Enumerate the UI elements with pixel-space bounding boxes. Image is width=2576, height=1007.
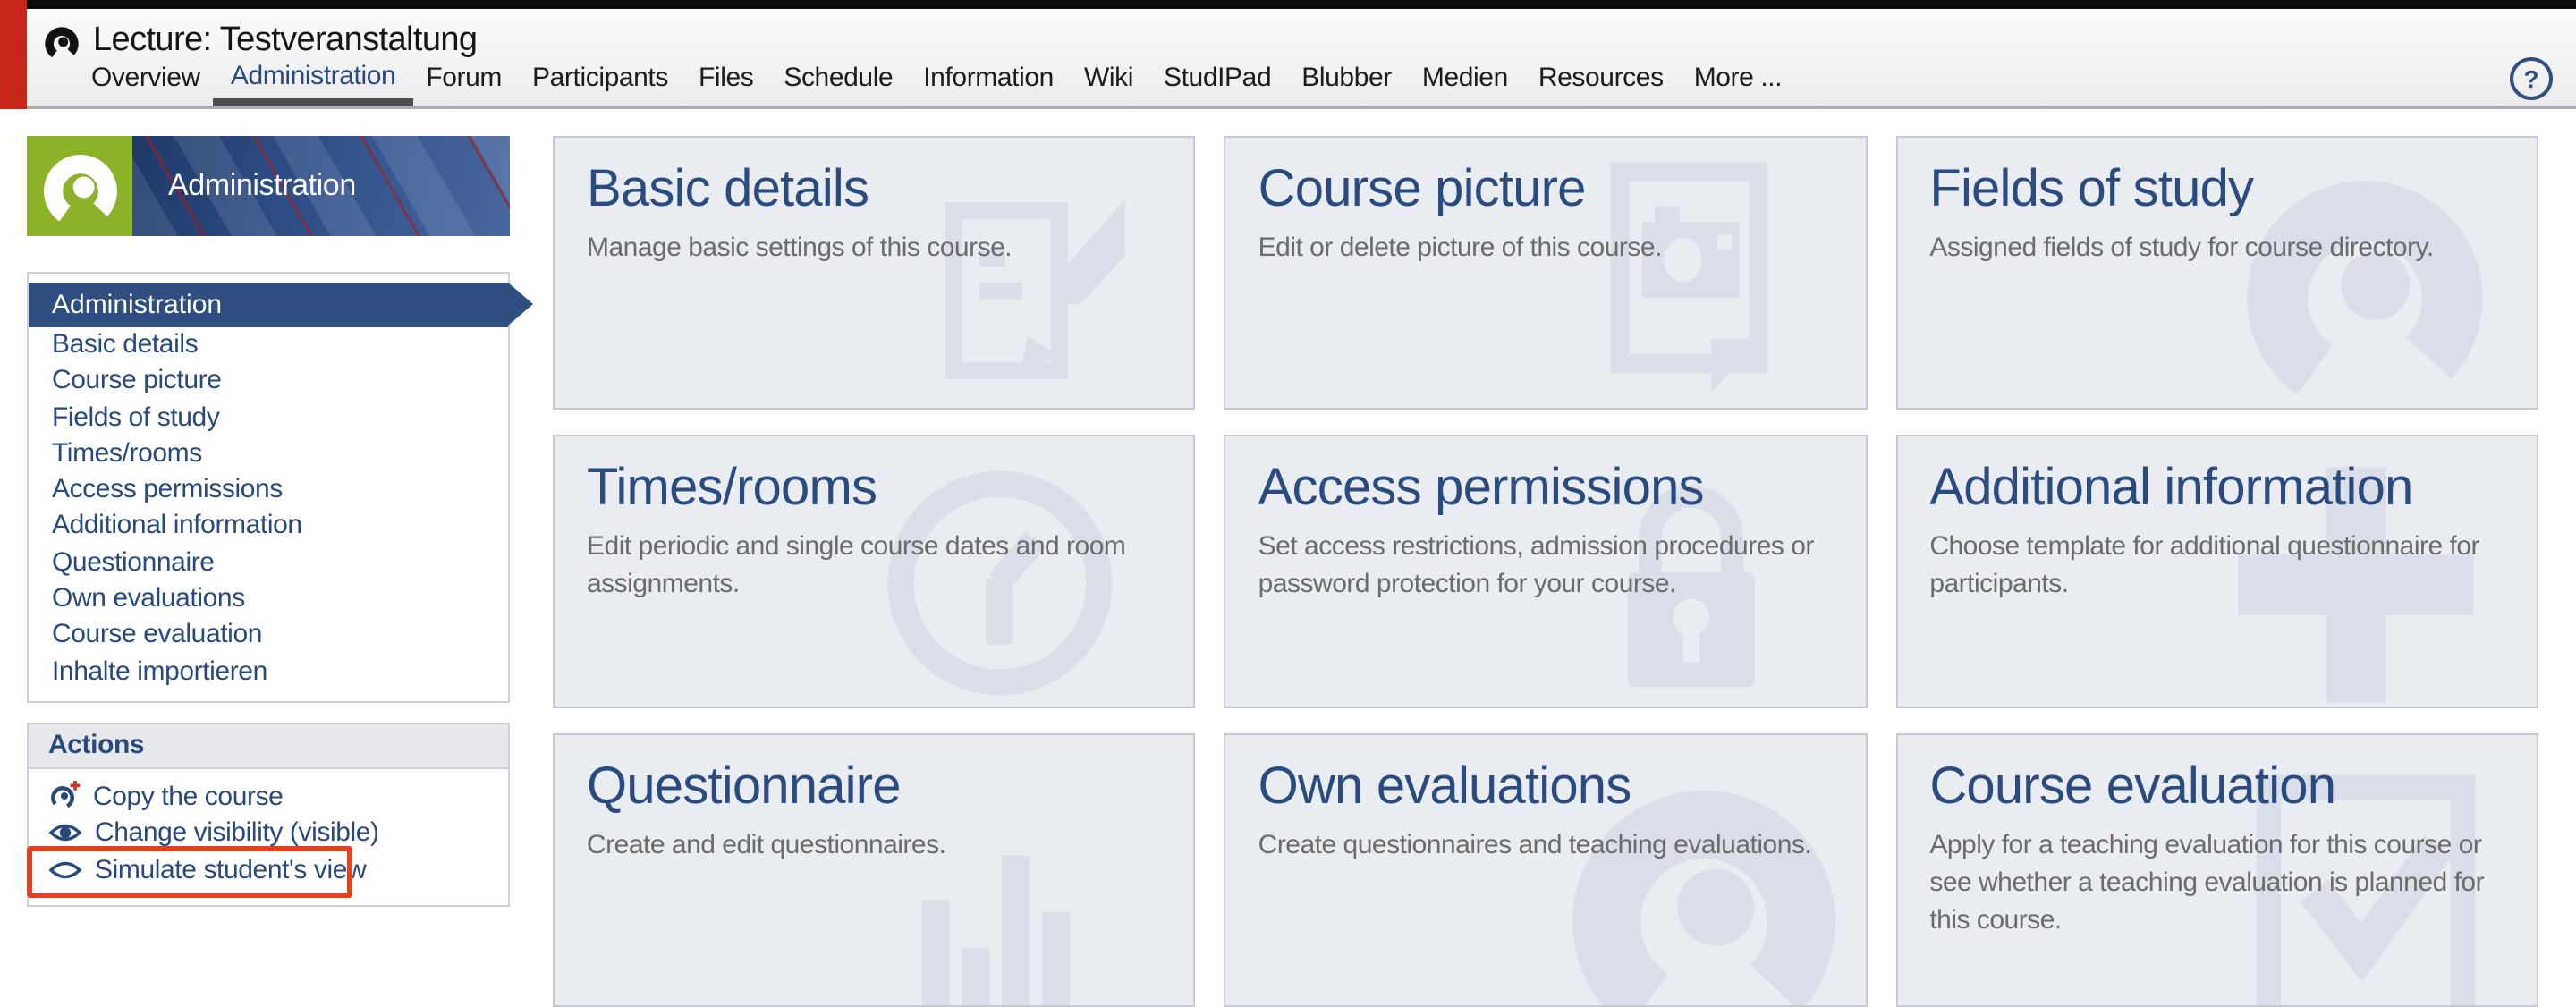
- sidebar-item-course-picture[interactable]: Course picture: [29, 364, 508, 401]
- card-description: Create questionnaires and teaching evalu…: [1258, 826, 1834, 864]
- card-title-link[interactable]: Course picture: [1258, 161, 1834, 220]
- sidebar-banner: Administration: [27, 136, 510, 236]
- sidebar-banner-title: Administration: [132, 136, 510, 236]
- copy-course-icon: [48, 781, 80, 813]
- sidebar-item-basic-details[interactable]: Basic details: [29, 327, 508, 364]
- sidebar-item-own-evaluations[interactable]: Own evaluations: [29, 581, 508, 618]
- card-own-evaluations: Own evaluations Create questionnaires an…: [1224, 733, 1868, 1007]
- actions-list: Copy the course Change visibility (visib…: [29, 769, 508, 904]
- card-title-link[interactable]: Questionnaire: [587, 758, 1162, 817]
- actions-panel: Actions Copy the course Change visibilit…: [27, 723, 510, 906]
- tab-more[interactable]: More ...: [1694, 63, 1783, 106]
- studip-red-flag: [0, 0, 27, 109]
- eye-outline-icon: [48, 859, 82, 882]
- card-title-link[interactable]: Course evaluation: [1929, 758, 2504, 817]
- tab-blubber[interactable]: Blubber: [1301, 63, 1392, 106]
- page-header: Lecture: Testveranstaltung Overview Admi…: [0, 9, 2576, 109]
- card-description: Apply for a teaching evaluation for this…: [1929, 826, 2504, 939]
- card-access-permissions: Access permissions Set access restrictio…: [1224, 435, 1868, 708]
- tab-forum[interactable]: Forum: [426, 63, 502, 106]
- card-fields-of-study: Fields of study Assigned fields of study…: [1895, 136, 2538, 410]
- card-questionnaire: Questionnaire Create and edit questionna…: [553, 733, 1196, 1007]
- card-basic-details: Basic details Manage basic settings of t…: [553, 136, 1196, 410]
- tab-medien[interactable]: Medien: [1422, 63, 1508, 106]
- sidebar-item-inhalte-importieren[interactable]: Inhalte importieren: [29, 654, 508, 690]
- card-description: Assigned fields of study for course dire…: [1929, 229, 2504, 267]
- tab-studipad[interactable]: StudIPad: [1164, 63, 1271, 106]
- page-title: Lecture: Testveranstaltung: [93, 21, 477, 61]
- change-visibility-action[interactable]: Change visibility (visible): [29, 815, 508, 851]
- copy-course-action[interactable]: Copy the course: [29, 778, 508, 815]
- sidebar-item-times-rooms[interactable]: Times/rooms: [29, 436, 508, 473]
- sidebar-item-administration[interactable]: Administration: [29, 283, 508, 327]
- actions-title: Actions: [29, 724, 508, 769]
- tab-information[interactable]: Information: [923, 63, 1054, 106]
- card-title-link[interactable]: Basic details: [587, 161, 1162, 220]
- card-title-link[interactable]: Access permissions: [1258, 460, 1834, 519]
- tab-files[interactable]: Files: [699, 63, 753, 106]
- window-top-strip: [0, 0, 2576, 9]
- card-additional-information: Additional information Choose template f…: [1895, 435, 2538, 708]
- tab-resources[interactable]: Resources: [1538, 63, 1664, 106]
- admin-card-grid: Basic details Manage basic settings of t…: [553, 136, 2538, 1007]
- card-course-evaluation: Course evaluation Apply for a teaching e…: [1895, 733, 2538, 1007]
- help-icon[interactable]: ?: [2510, 57, 2553, 100]
- card-title-link[interactable]: Fields of study: [1929, 161, 2504, 220]
- action-label: Simulate student's view: [95, 855, 366, 885]
- card-title-link[interactable]: Own evaluations: [1258, 758, 1834, 817]
- sidebar-item-questionnaire[interactable]: Questionnaire: [29, 546, 508, 582]
- sidebar-item-course-evaluation[interactable]: Course evaluation: [29, 618, 508, 655]
- card-description: Manage basic settings of this course.: [587, 229, 1162, 267]
- sidebar-item-fields-of-study[interactable]: Fields of study: [29, 400, 508, 436]
- studip-swirl-icon: [38, 150, 121, 233]
- action-label: Change visibility (visible): [95, 818, 379, 849]
- tab-schedule[interactable]: Schedule: [784, 63, 893, 106]
- tab-overview[interactable]: Overview: [91, 63, 200, 106]
- card-description: Choose template for additional questionn…: [1929, 528, 2504, 603]
- sidebar-item-additional-information[interactable]: Additional information: [29, 509, 508, 546]
- simulate-student-view-action[interactable]: Simulate student's view: [29, 851, 508, 888]
- studip-logo-icon: [43, 25, 80, 63]
- action-label: Copy the course: [93, 782, 283, 812]
- tab-wiki[interactable]: Wiki: [1084, 63, 1133, 106]
- studip-admin-page: Lecture: Testveranstaltung Overview Admi…: [0, 0, 2576, 921]
- card-description: Edit or delete picture of this course.: [1258, 229, 1834, 267]
- sidebar-banner-logo-box: [27, 136, 132, 236]
- course-tab-bar: Overview Administration Forum Participan…: [91, 61, 1782, 106]
- card-title-link[interactable]: Additional information: [1929, 460, 2504, 519]
- card-course-picture: Course picture Edit or delete picture of…: [1224, 136, 1868, 410]
- sidebar-nav: Administration Basic details Course pict…: [27, 272, 510, 703]
- sidebar-item-access-permissions[interactable]: Access permissions: [29, 472, 508, 509]
- card-description: Create and edit questionnaires.: [587, 826, 1162, 864]
- eye-icon: [48, 822, 82, 845]
- tab-participants[interactable]: Participants: [532, 63, 668, 106]
- card-title-link[interactable]: Times/rooms: [587, 460, 1162, 519]
- card-description: Edit periodic and single course dates an…: [587, 528, 1162, 603]
- card-times-rooms: Times/rooms Edit periodic and single cou…: [553, 435, 1196, 708]
- tab-administration[interactable]: Administration: [213, 61, 414, 106]
- card-description: Set access restrictions, admission proce…: [1258, 528, 1834, 603]
